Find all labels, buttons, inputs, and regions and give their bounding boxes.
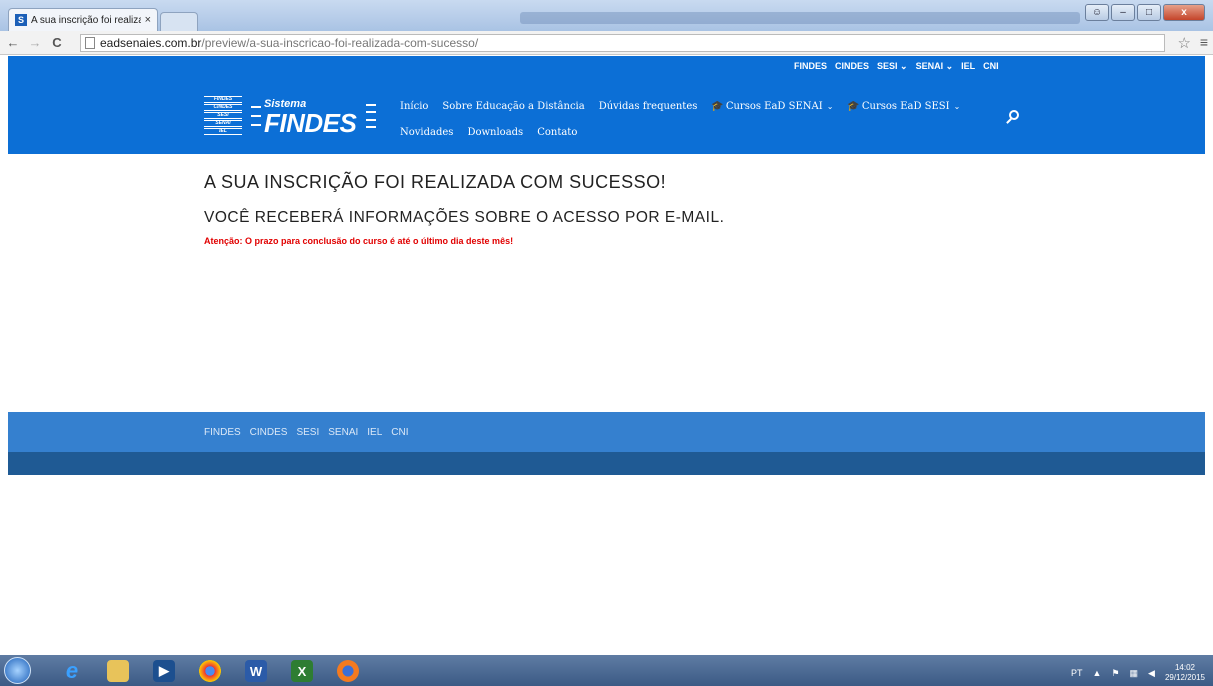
forward-button[interactable]: → <box>26 35 44 50</box>
site-favicon-icon: S <box>15 14 27 26</box>
address-path: /preview/a-sua-inscricao-foi-realizada-c… <box>201 36 479 50</box>
footer-link-sesi[interactable]: SESI <box>296 427 319 438</box>
taskbar-media-button[interactable]: ▶ <box>142 658 186 684</box>
window-controls: ☺ – □ x <box>1085 4 1205 21</box>
nav-item-inicio[interactable]: Início <box>400 101 428 112</box>
action-center-icon[interactable]: ⚑ <box>1111 668 1119 679</box>
internet-explorer-icon: e <box>65 658 79 683</box>
volume-icon[interactable]: ◀ <box>1148 668 1155 679</box>
search-icon[interactable] <box>1006 110 1020 124</box>
footer-link-cni[interactable]: CNI <box>391 427 408 438</box>
clock-time: 14:02 <box>1174 663 1195 672</box>
taskbar-ie-button[interactable]: e <box>50 658 94 684</box>
main-nav: Início Sobre Educação a Distância Dúvida… <box>400 93 990 145</box>
footer-link-iel[interactable]: IEL <box>367 427 382 438</box>
top-link-findes[interactable]: FINDES <box>794 61 827 72</box>
nav-item-cursos-sesi[interactable]: 🎓 Cursos EaD SESI ⌄ <box>847 101 960 112</box>
logo-lines-left <box>251 106 261 126</box>
tab-title: A sua inscrição foi realizad <box>31 14 141 26</box>
logo-stack-item: FINDES <box>204 96 242 103</box>
folder-icon <box>107 660 129 682</box>
taskbar-firefox-button[interactable] <box>326 658 370 684</box>
maximize-button[interactable]: □ <box>1137 4 1161 21</box>
nav-item-cursos-senai[interactable]: 🎓 Cursos EaD SENAI ⌄ <box>711 101 833 112</box>
nav-item-novidades[interactable]: Novidades <box>400 127 453 138</box>
tab-close-icon[interactable]: × <box>145 14 151 26</box>
back-button[interactable]: ← <box>4 35 22 50</box>
page-icon <box>85 37 95 49</box>
new-tab-button[interactable] <box>160 12 198 31</box>
chevron-down-icon: ⌄ <box>953 101 961 111</box>
logo-stack-item: IEL <box>204 128 242 135</box>
nav-item-label: Cursos EaD SENAI <box>725 100 823 112</box>
taskbar-excel-button[interactable]: X <box>280 658 324 684</box>
site-subfooter <box>8 452 1205 475</box>
top-link-cindes[interactable]: CINDES <box>835 61 869 72</box>
taskbar-chrome-button[interactable] <box>188 658 232 684</box>
minimize-button[interactable]: – <box>1111 4 1135 21</box>
browser-titlebar: S A sua inscrição foi realizad × ☺ – □ x <box>0 0 1213 31</box>
windows-taskbar: e ▶ W X PT ▲ ⚑ ▦ ◀ 14:02 29/12/2015 <box>0 655 1213 686</box>
media-player-icon: ▶ <box>153 660 175 682</box>
start-button[interactable] <box>4 657 31 684</box>
show-hidden-icons-icon[interactable]: ▲ <box>1093 668 1102 678</box>
logo-stack: FINDES CINDES SESI SENAI IEL <box>204 96 242 136</box>
nav-item-duvidas[interactable]: Dúvidas frequentes <box>599 101 698 112</box>
logo-lines-right <box>366 104 376 128</box>
system-tray: PT ▲ ⚑ ▦ ◀ 14:02 29/12/2015 <box>1071 663 1205 683</box>
excel-icon: X <box>291 660 313 682</box>
clock[interactable]: 14:02 29/12/2015 <box>1165 663 1205 683</box>
browser-tab[interactable]: S A sua inscrição foi realizad × <box>8 8 158 31</box>
nav-item-downloads[interactable]: Downloads <box>467 127 523 138</box>
logo-stack-item: SESI <box>204 112 242 119</box>
language-indicator[interactable]: PT <box>1071 668 1083 678</box>
firefox-icon <box>337 660 359 682</box>
deadline-notice: Atenção: O prazo para conclusão do curso… <box>204 236 514 246</box>
site-footer: FINDES CINDES SESI SENAI IEL CNI <box>8 412 1205 452</box>
chrome-icon <box>199 660 221 682</box>
footer-link-findes[interactable]: FINDES <box>204 427 241 438</box>
browser-toolbar: ← → C eadsenaies.com.br/preview/a-sua-in… <box>0 31 1213 55</box>
browser-menu-icon[interactable]: ≡ <box>1200 34 1208 50</box>
reload-button[interactable]: C <box>48 35 66 50</box>
bookmark-star-icon[interactable]: ☆ <box>1178 34 1191 52</box>
nav-row-1: Início Sobre Educação a Distância Dúvida… <box>400 93 990 119</box>
close-window-button[interactable]: x <box>1163 4 1205 21</box>
nav-item-contato[interactable]: Contato <box>537 127 577 138</box>
clock-date: 29/12/2015 <box>1164 673 1205 682</box>
site-topbar: FINDES CINDES SESI ⌄ SENAI ⌄ IEL CNI <box>8 56 1205 80</box>
network-icon[interactable]: ▦ <box>1130 668 1139 679</box>
top-link-sesi[interactable]: SESI ⌄ <box>877 61 908 72</box>
window-title-blurred <box>520 12 1080 24</box>
site-header: FINDES CINDES SESI SENAI IEL Sistema FIN… <box>8 80 1205 154</box>
taskbar-word-button[interactable]: W <box>234 658 278 684</box>
taskbar-explorer-button[interactable] <box>96 658 140 684</box>
top-link-senai[interactable]: SENAI ⌄ <box>916 61 954 72</box>
address-host: eadsenaies.com.br <box>100 36 202 50</box>
logo-stack-item: CINDES <box>204 104 242 111</box>
footer-link-senai[interactable]: SENAI <box>328 427 358 438</box>
page-subtitle: VOCÊ RECEBERÁ INFORMAÇÕES SOBRE O ACESSO… <box>204 209 725 226</box>
nav-item-label: Cursos EaD SESI <box>861 100 950 112</box>
top-links: FINDES CINDES SESI ⌄ SENAI ⌄ IEL CNI <box>794 61 999 72</box>
footer-links: FINDES CINDES SESI SENAI IEL CNI <box>204 427 409 438</box>
address-bar[interactable]: eadsenaies.com.br/preview/a-sua-inscrica… <box>80 34 1165 52</box>
nav-item-sobre[interactable]: Sobre Educação a Distância <box>442 101 584 112</box>
top-link-cni[interactable]: CNI <box>983 61 999 72</box>
main-content: A SUA INSCRIÇÃO FOI REALIZADA COM SUCESS… <box>204 172 1104 246</box>
graduation-cap-icon: 🎓 <box>711 100 724 112</box>
user-icon[interactable]: ☺ <box>1085 4 1109 21</box>
chevron-down-icon: ⌄ <box>826 101 834 111</box>
page-title: A SUA INSCRIÇÃO FOI REALIZADA COM SUCESS… <box>204 172 667 192</box>
top-link-iel[interactable]: IEL <box>961 61 975 72</box>
graduation-cap-icon: 🎓 <box>847 100 860 112</box>
logo-findes-text: FINDES <box>264 108 357 138</box>
sistema-findes-logo[interactable]: FINDES CINDES SESI SENAI IEL Sistema FIN… <box>204 96 380 138</box>
word-icon: W <box>245 660 267 682</box>
logo-stack-item: SENAI <box>204 120 242 127</box>
nav-row-2: Novidades Downloads Contato <box>400 119 990 145</box>
footer-link-cindes[interactable]: CINDES <box>250 427 288 438</box>
